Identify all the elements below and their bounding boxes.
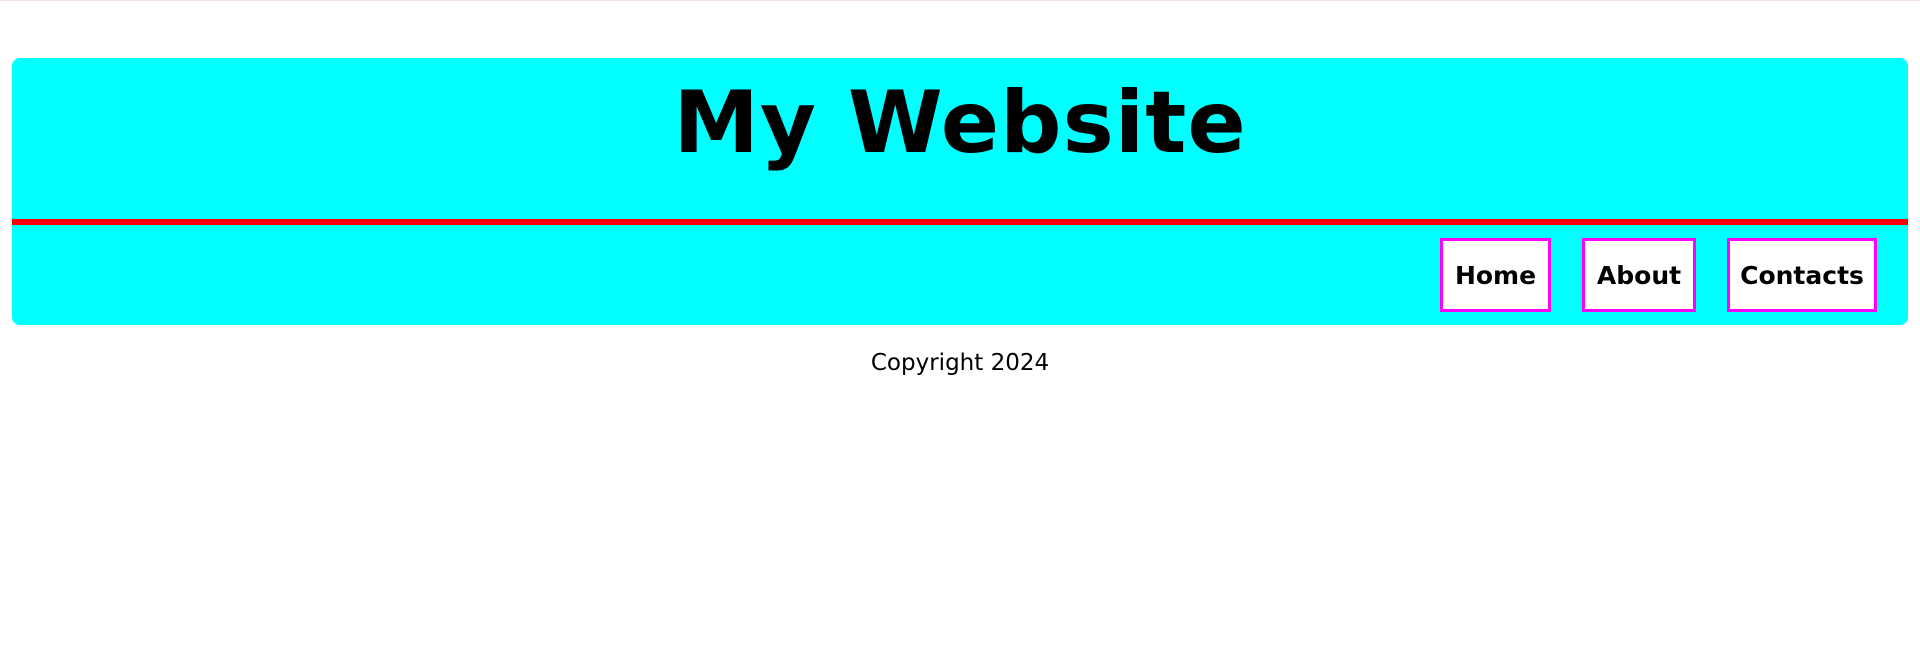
header-divider (12, 219, 1908, 225)
footer-copyright: Copyright 2024 (870, 350, 1050, 376)
site-title: My Website (673, 73, 1247, 173)
main-nav: Home About Contacts (1440, 238, 1877, 312)
nav-about-button[interactable]: About (1582, 238, 1696, 312)
nav-home-button[interactable]: Home (1440, 238, 1551, 312)
top-border-line (0, 0, 1920, 1)
nav-contacts-button[interactable]: Contacts (1727, 238, 1877, 312)
site-header: My Website Home About Contacts (12, 58, 1908, 325)
